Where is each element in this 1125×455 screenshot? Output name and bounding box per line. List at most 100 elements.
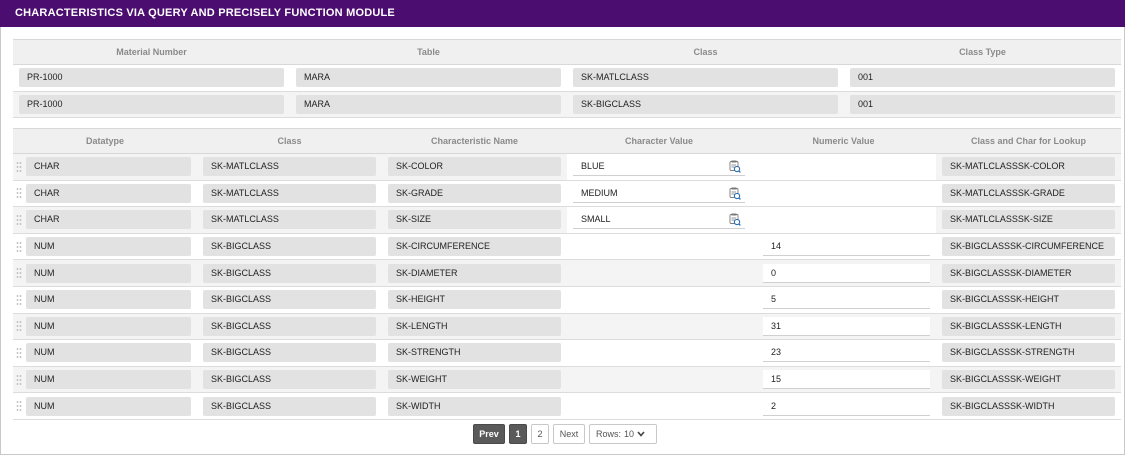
numeric-value-empty [757, 157, 930, 176]
readonly-field-class: SK-BIGCLASS [203, 370, 376, 390]
numeric-value-input[interactable]: 23 [763, 343, 930, 363]
column-header-class[interactable]: Class [197, 128, 382, 154]
drag-handle-icon[interactable] [16, 347, 22, 359]
rows-per-page-value: 10 [624, 429, 635, 439]
value-help-icon[interactable] [729, 160, 741, 174]
table-cell: MARA [290, 64, 567, 92]
readonly-field-material: PR-1000 [19, 68, 284, 88]
table-cell [751, 180, 936, 208]
material-class-header-row: Material Number Table Class Class Type [13, 39, 1121, 65]
table-cell: PR-1000 [13, 91, 290, 119]
pagination: Prev 1 2 Next Rows: 10 [473, 424, 657, 444]
table-cell: SK-BIGCLASSSK-LENGTH [936, 313, 1121, 341]
character-value-input[interactable]: MEDIUM [573, 183, 745, 203]
table-row[interactable]: NUM SK-BIGCLASS SK-HEIGHT 5 SK-BIGCLASSSK-HE… [13, 286, 1121, 314]
readonly-field-datatype: CHAR [26, 210, 191, 230]
readonly-field-datatype: CHAR [26, 157, 191, 177]
column-header-material-number[interactable]: Material Number [13, 39, 290, 65]
table-row[interactable]: CHAR SK-MATLCLASS SK-GRADE MEDIUM SK-MATLCLA… [13, 180, 1121, 208]
table-cell [567, 339, 751, 367]
datatype-cell: CHAR [16, 183, 191, 203]
readonly-field-class: SK-BIGCLASS [203, 263, 376, 283]
character-value-empty [573, 317, 745, 336]
numeric-value-input[interactable]: 0 [763, 263, 930, 283]
material-class-table: Material Number Table Class Class Type P… [13, 39, 1121, 119]
table-cell: 001 [844, 64, 1121, 92]
readonly-field-char-name: SK-HEIGHT [388, 290, 561, 310]
readonly-field-material: PR-1000 [19, 94, 284, 114]
page-2-button[interactable]: 2 [531, 424, 549, 444]
numeric-value-input[interactable]: 5 [763, 290, 930, 310]
character-value-text: MEDIUM [581, 187, 618, 198]
table-cell: SK-BIGCLASSSK-DIAMETER [936, 259, 1121, 287]
column-header-class[interactable]: Class [567, 39, 844, 65]
drag-handle-icon[interactable] [16, 267, 22, 279]
datatype-cell: NUM [16, 263, 191, 283]
drag-handle-icon[interactable] [16, 161, 22, 173]
drag-handle-icon[interactable] [16, 294, 22, 306]
column-header-characteristic-name[interactable]: Characteristic Name [382, 128, 567, 154]
rows-per-page-select[interactable]: Rows: 10 [589, 424, 657, 444]
readonly-field-char-name: SK-GRADE [388, 183, 561, 203]
table-cell: SK-BIGCLASSSK-WEIGHT [936, 366, 1121, 394]
table-row[interactable]: CHAR SK-MATLCLASS SK-SIZE SMALL SK-MATLCLASS… [13, 206, 1121, 234]
readonly-field-class: SK-MATLCLASS [203, 210, 376, 230]
drag-handle-icon[interactable] [16, 400, 22, 412]
table-cell: NUM [13, 313, 197, 341]
readonly-field-class-type: 001 [850, 68, 1115, 88]
character-value-input[interactable]: SMALL [573, 210, 745, 230]
numeric-value-input[interactable]: 31 [763, 316, 930, 336]
table-cell: SK-HEIGHT [382, 286, 567, 314]
table-row[interactable]: NUM SK-BIGCLASS SK-CIRCUMFERENCE 14 SK-BIGCL… [13, 233, 1121, 261]
table-cell: SK-MATLCLASSSK-COLOR [936, 153, 1121, 181]
table-cell [567, 313, 751, 341]
column-header-class-char-lookup[interactable]: Class and Char for Lookup [936, 128, 1121, 154]
characteristics-header-row: Datatype Class Characteristic Name Chara… [13, 128, 1121, 154]
table-row[interactable]: CHAR SK-MATLCLASS SK-COLOR BLUE SK-MATLCLASS… [13, 153, 1121, 181]
table-cell: 23 [751, 339, 936, 367]
datatype-cell: CHAR [16, 210, 191, 230]
numeric-value-input[interactable]: 2 [763, 396, 930, 416]
column-header-class-type[interactable]: Class Type [844, 39, 1121, 65]
next-page-button[interactable]: Next [553, 424, 585, 444]
character-value-input[interactable]: BLUE [573, 157, 745, 177]
column-header-datatype[interactable]: Datatype [13, 128, 197, 154]
table-row[interactable]: NUM SK-BIGCLASS SK-LENGTH 31 SK-BIGCLASSSK-L… [13, 313, 1121, 341]
table-row[interactable]: NUM SK-BIGCLASS SK-DIAMETER 0 SK-BIGCLASSSK-… [13, 259, 1121, 287]
table-row[interactable]: NUM SK-BIGCLASS SK-STRENGTH 23 SK-BIGCLASSSK… [13, 339, 1121, 367]
character-value-empty [573, 237, 745, 256]
drag-handle-icon[interactable] [16, 187, 22, 199]
value-help-icon[interactable] [729, 213, 741, 227]
value-help-icon[interactable] [729, 187, 741, 200]
table-cell: SK-SIZE [382, 206, 567, 234]
numeric-value-input[interactable]: 15 [763, 370, 930, 390]
readonly-field-lookup: SK-BIGCLASSSK-HEIGHT [942, 290, 1115, 310]
readonly-field-class: SK-BIGCLASS [203, 396, 376, 416]
page-1-button[interactable]: 1 [509, 424, 527, 444]
table-cell: NUM [13, 259, 197, 287]
table-cell: SK-MATLCLASS [567, 64, 844, 92]
readonly-field-class: SK-BIGCLASS [573, 94, 838, 114]
table-cell: BLUE [567, 153, 751, 181]
drag-handle-icon[interactable] [16, 214, 22, 226]
numeric-value-input[interactable]: 14 [763, 237, 930, 257]
column-header-numeric-value[interactable]: Numeric Value [751, 128, 936, 154]
drag-handle-icon[interactable] [16, 320, 22, 332]
numeric-value-empty [757, 210, 930, 229]
drag-handle-icon[interactable] [16, 241, 22, 253]
readonly-field-lookup: SK-BIGCLASSSK-WEIGHT [942, 370, 1115, 390]
drag-handle-icon[interactable] [16, 374, 22, 386]
table-row[interactable]: NUM SK-BIGCLASS SK-WIDTH 2 SK-BIGCLASSSK-WID… [13, 392, 1121, 420]
readonly-field-class-type: 001 [850, 94, 1115, 114]
readonly-field-char-name: SK-LENGTH [388, 316, 561, 336]
column-header-table[interactable]: Table [290, 39, 567, 65]
numeric-value-empty [757, 184, 930, 203]
column-header-character-value[interactable]: Character Value [567, 128, 751, 154]
readonly-field-datatype: CHAR [26, 183, 191, 203]
table-cell: NUM [13, 392, 197, 420]
prev-page-button[interactable]: Prev [473, 424, 505, 444]
table-cell: 5 [751, 286, 936, 314]
table-row[interactable]: NUM SK-BIGCLASS SK-WEIGHT 15 SK-BIGCLASSSK-W… [13, 366, 1121, 394]
readonly-field-char-name: SK-CIRCUMFERENCE [388, 237, 561, 257]
table-cell: SK-BIGCLASS [197, 392, 382, 420]
